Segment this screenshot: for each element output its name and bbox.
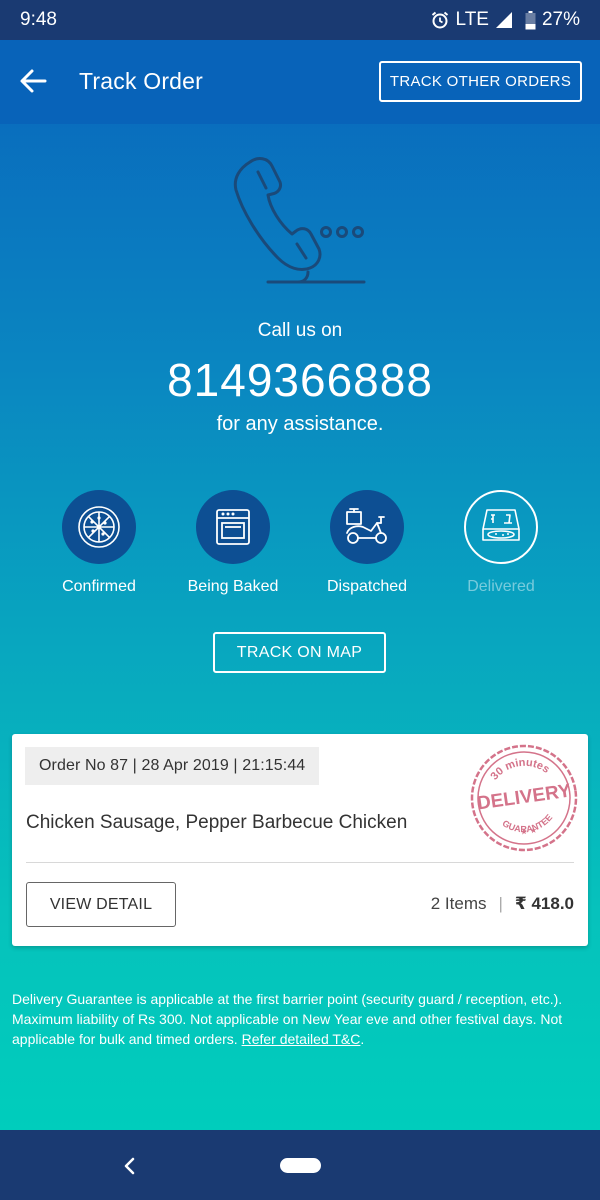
step-being-baked: Being Baked — [168, 490, 298, 596]
svg-text:★ ★: ★ ★ — [520, 826, 538, 837]
scooter-icon — [346, 508, 387, 544]
item-count: 2 Items — [430, 894, 487, 913]
alarm-icon — [430, 10, 450, 30]
back-icon[interactable] — [118, 1154, 142, 1178]
oven-icon — [216, 509, 250, 545]
order-summary: 2 Items | ₹ 418.0 — [431, 894, 574, 914]
signal-icon — [495, 11, 513, 29]
step-circle — [464, 490, 538, 564]
battery-icon — [525, 10, 536, 30]
pizza-icon — [78, 506, 120, 548]
network-type: LTE — [455, 9, 489, 30]
step-circle — [62, 490, 136, 564]
order-meta: Order No 87 | 28 Apr 2019 | 21:15:44 — [25, 747, 320, 785]
step-label: Dispatched — [326, 578, 408, 595]
support-phone-number[interactable]: 8149366888 — [0, 353, 600, 407]
status-time: 9:48 — [20, 9, 57, 30]
track-other-orders-button[interactable]: TRACK OTHER ORDERS — [379, 61, 582, 102]
phone-icon — [233, 157, 366, 284]
home-pill-icon[interactable] — [280, 1158, 321, 1173]
back-button[interactable] — [16, 64, 50, 98]
step-confirmed: Confirmed — [34, 490, 164, 596]
status-icons: LTE 27% — [430, 9, 580, 31]
page-title: Track Order — [79, 68, 204, 94]
svg-text:30 minutes: 30 minutes — [487, 753, 553, 784]
step-label: Being Baked — [187, 578, 279, 595]
step-delivered: Delivered — [436, 490, 566, 596]
delivery-guarantee-stamp: 30 minutes DELIVERY GUARANTEE ★ ★ — [470, 744, 578, 852]
order-card: Order No 87 | 28 Apr 2019 | 21:15:44 Chi… — [12, 734, 588, 946]
order-price: ₹ 418.0 — [514, 894, 574, 913]
stamp-middle-text: DELIVERY — [476, 780, 573, 814]
step-circle — [196, 490, 270, 564]
step-label: Confirmed — [62, 578, 136, 595]
status-bar: 9:48 LTE 27% — [0, 0, 600, 40]
step-label: Delivered — [467, 578, 535, 595]
system-nav-bar — [0, 1130, 600, 1200]
arrow-left-icon — [20, 69, 47, 93]
order-items: Chicken Sausage, Pepper Barbecue Chicken — [26, 812, 408, 833]
stamp-top-text: 30 minutes — [487, 753, 553, 784]
step-dispatched: Dispatched — [302, 490, 432, 596]
main-content: Track Order TRACK OTHER ORDERS Call us o… — [0, 40, 600, 1130]
app-bar: Track Order TRACK OTHER ORDERS — [0, 40, 600, 124]
track-on-map-button[interactable]: TRACK ON MAP — [213, 632, 386, 673]
call-label: Call us on — [257, 320, 343, 341]
card-divider — [26, 862, 574, 863]
view-detail-button[interactable]: VIEW DETAIL — [26, 882, 176, 927]
delivery-disclaimer: Delivery Guarantee is applicable at the … — [12, 989, 588, 1049]
pizza-box-icon — [482, 509, 520, 541]
assistance-label: for any assistance. — [216, 413, 384, 435]
summary-separator: | — [498, 894, 503, 913]
terms-link[interactable]: Refer detailed T&C — [242, 1031, 361, 1047]
disclaimer-suffix: . — [360, 1031, 365, 1047]
battery-percent: 27% — [541, 9, 580, 30]
step-circle — [330, 490, 404, 564]
